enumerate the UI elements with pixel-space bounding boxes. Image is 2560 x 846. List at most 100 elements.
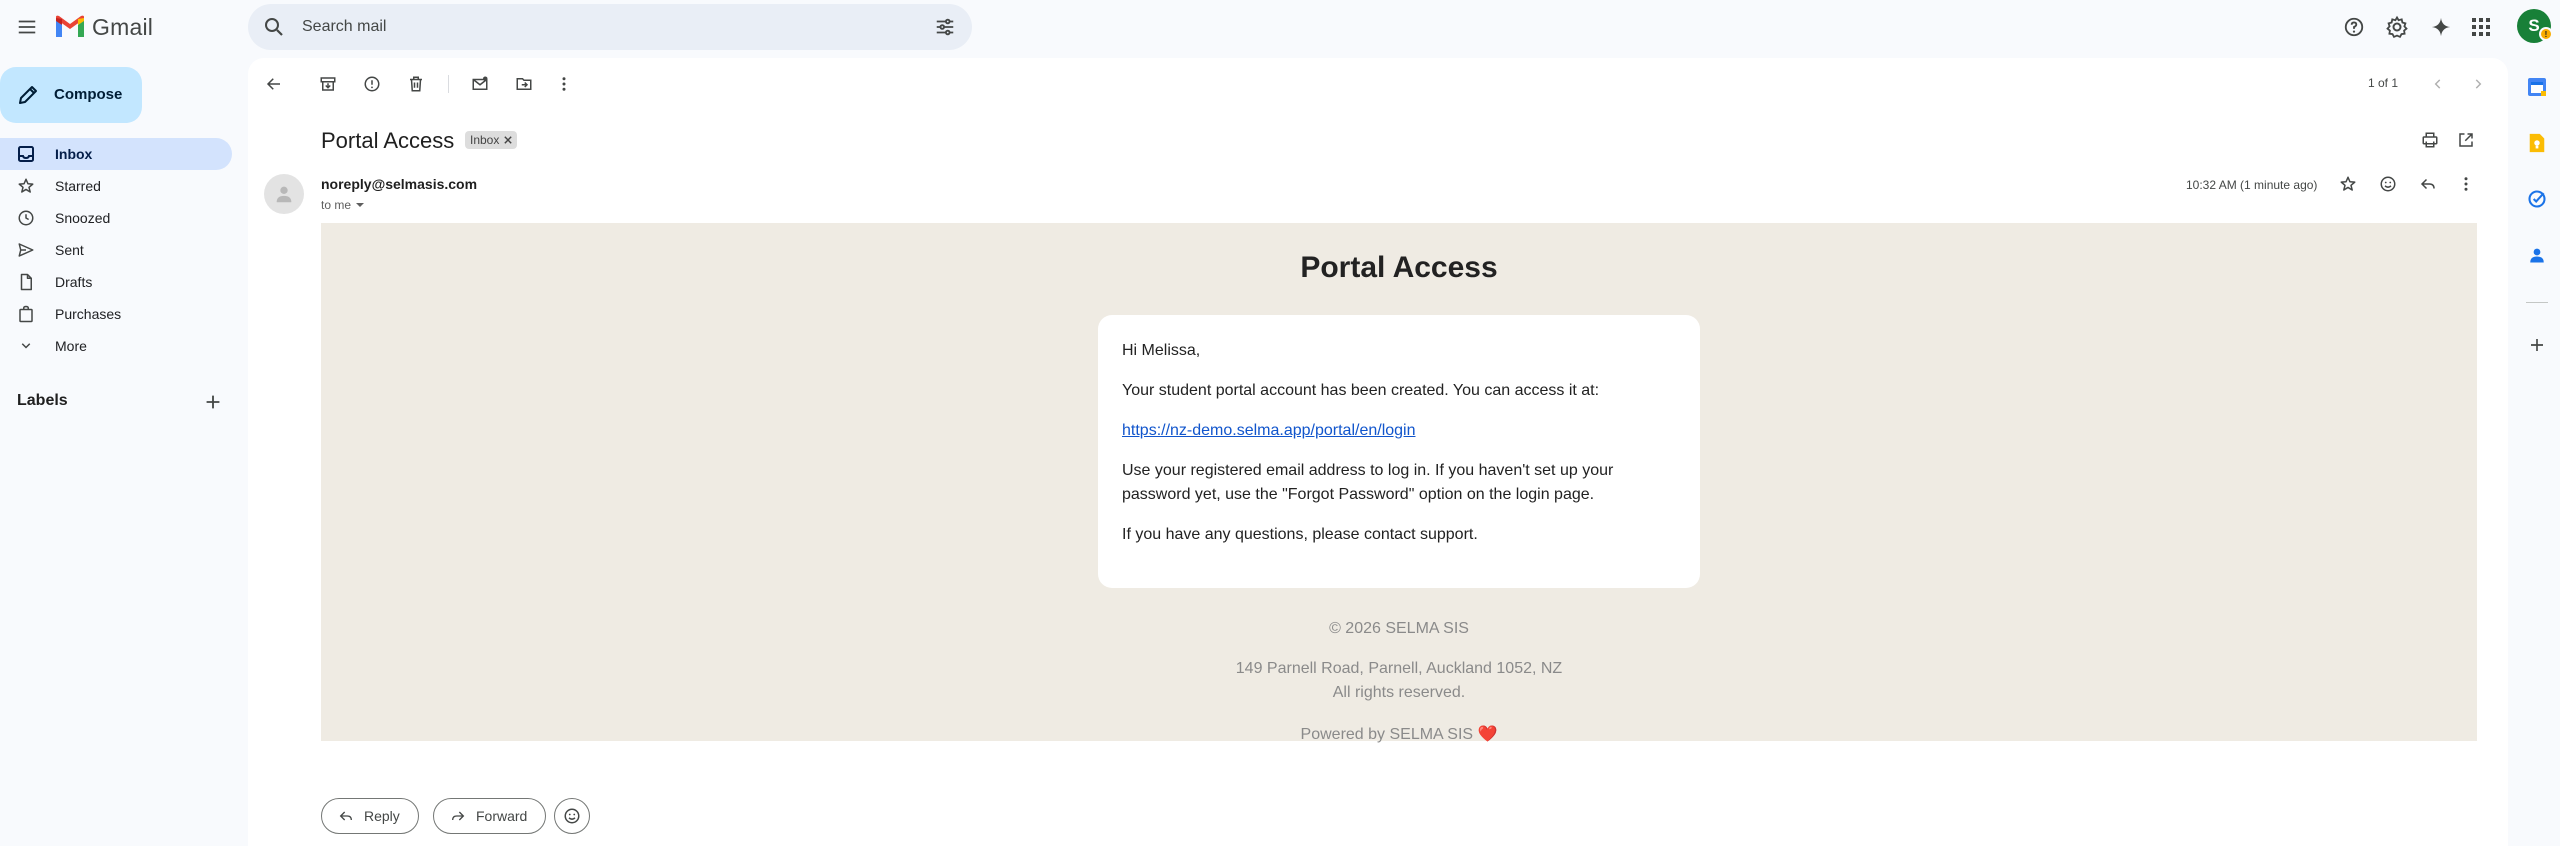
search-icon[interactable] — [262, 15, 286, 39]
sidebar-item-purchases[interactable]: Purchases — [0, 298, 232, 330]
delete-button[interactable] — [400, 68, 432, 100]
send-icon — [18, 243, 34, 257]
star-outline-icon — [2340, 176, 2356, 191]
footer-rights: All rights reserved. — [1332, 684, 1466, 701]
settings-button[interactable] — [2380, 10, 2414, 44]
message-subject: Portal Access — [321, 128, 455, 153]
tasks-icon — [2528, 190, 2546, 208]
side-app-tasks[interactable] — [2522, 184, 2552, 214]
message-more-button[interactable] — [2450, 168, 2482, 200]
sender-avatar[interactable] — [264, 174, 304, 214]
gmail-logo[interactable]: Gmail — [54, 10, 153, 44]
add-reaction-button[interactable] — [2372, 168, 2404, 200]
recipient-details[interactable]: to me — [321, 198, 365, 212]
sparkle-icon — [2431, 17, 2451, 37]
star-icon — [18, 178, 34, 193]
search-bar[interactable]: Search mail — [248, 4, 972, 50]
mail-icon — [472, 76, 488, 90]
calendar-icon — [2528, 78, 2546, 96]
sidebar-item-label: Starred — [55, 178, 101, 194]
caret-down-icon — [356, 203, 365, 207]
sidebar-item-starred[interactable]: Starred — [0, 170, 232, 202]
email-card: Hi Melissa, Your student portal account … — [1098, 315, 1700, 588]
print-icon — [2422, 132, 2438, 148]
chevron-down-icon — [21, 343, 31, 349]
support-button[interactable] — [2337, 10, 2371, 44]
search-options-icon[interactable] — [934, 16, 956, 38]
report-spam-button[interactable] — [356, 68, 388, 100]
close-icon[interactable] — [504, 136, 513, 144]
older-button[interactable] — [2462, 68, 2494, 100]
sidebar-item-snoozed[interactable]: Snoozed — [0, 202, 232, 234]
google-apps-button[interactable] — [2464, 10, 2498, 44]
reply-button[interactable]: Reply — [321, 798, 419, 834]
reply-quick-button[interactable] — [2412, 168, 2444, 200]
gmail-m-icon — [56, 15, 84, 37]
footer-copyright: © 2026 SELMA SIS — [1329, 620, 1469, 637]
footer-powered-text: Powered by SELMA SIS — [1300, 726, 1474, 743]
draft-icon — [20, 273, 32, 291]
search-input[interactable]: Search mail — [302, 18, 386, 36]
keep-icon — [2529, 133, 2545, 153]
forward-icon — [452, 811, 465, 821]
side-app-calendar[interactable] — [2522, 72, 2552, 102]
open-in-new-icon — [2459, 133, 2473, 147]
sidebar-item-drafts[interactable]: Drafts — [0, 266, 232, 298]
contacts-icon — [2530, 248, 2544, 263]
footer-address: 149 Parnell Road, Parnell, Auckland 1052… — [1235, 660, 1563, 677]
compose-button[interactable]: Compose — [0, 67, 142, 123]
plus-icon[interactable] — [202, 391, 224, 413]
reply-icon — [339, 811, 352, 821]
get-addons-button[interactable] — [2522, 330, 2552, 360]
more-options-button[interactable] — [548, 68, 580, 100]
labels-heading: Labels — [17, 392, 68, 409]
heart-icon: ❤️ — [1477, 726, 1498, 743]
archive-button[interactable] — [312, 68, 344, 100]
emoji-reaction-button[interactable] — [554, 798, 590, 834]
sidebar-item-label: Sent — [55, 242, 84, 258]
report-icon — [364, 76, 380, 92]
help-icon — [2344, 17, 2364, 37]
emoji-icon — [564, 808, 580, 824]
side-panel-divider — [2526, 302, 2548, 303]
toolbar-divider — [448, 75, 449, 93]
folder-move-icon — [516, 78, 532, 90]
more-vert-icon — [2464, 177, 2468, 191]
forward-label: Forward — [476, 808, 528, 824]
account-alert-badge: ! — [2539, 27, 2553, 41]
open-new-window-button[interactable] — [2450, 124, 2482, 156]
sidebar-item-inbox[interactable]: Inbox — [0, 138, 232, 170]
reply-icon — [2420, 178, 2435, 190]
portal-login-link[interactable]: https://nz-demo.selma.app/portal/en/logi… — [1122, 422, 1416, 439]
inbox-label-chip[interactable]: Inbox — [465, 131, 518, 149]
more-vert-icon — [562, 77, 566, 91]
email-paragraph: If you have any questions, please contac… — [1122, 526, 1478, 543]
gear-icon — [2386, 15, 2408, 39]
sidebar-item-label: Purchases — [55, 306, 122, 322]
email-heading: Portal Access — [1300, 251, 1498, 284]
pagination-count: 1 of 1 — [2368, 76, 2399, 90]
star-message-button[interactable] — [2332, 168, 2364, 200]
side-app-contacts[interactable] — [2522, 240, 2552, 270]
arrow-left-icon — [266, 78, 280, 90]
sidebar-item-label: Drafts — [55, 274, 93, 290]
mark-unread-button[interactable] — [464, 68, 496, 100]
message-timestamp: 10:32 AM (1 minute ago) — [2186, 178, 2318, 192]
back-button[interactable] — [258, 68, 290, 100]
gemini-button[interactable] — [2424, 10, 2458, 44]
forward-button[interactable]: Forward — [433, 798, 547, 834]
sender-address[interactable]: noreply@selmasis.com — [321, 176, 477, 192]
main-menu-button[interactable] — [10, 10, 44, 44]
sidebar-item-more[interactable]: More — [0, 330, 232, 362]
email-content: Portal Access Hi Melissa, Your student p… — [321, 223, 2477, 743]
clock-icon — [18, 210, 34, 226]
side-app-keep[interactable] — [2522, 128, 2552, 158]
sidebar-item-sent[interactable]: Sent — [0, 234, 232, 266]
sidebar-item-label: More — [55, 338, 87, 354]
pencil-icon — [19, 86, 37, 104]
plus-icon — [2531, 339, 2543, 351]
newer-button[interactable] — [2422, 68, 2454, 100]
print-button[interactable] — [2414, 124, 2446, 156]
sidebar-item-label: Snoozed — [55, 210, 111, 226]
move-to-button[interactable] — [508, 68, 540, 100]
